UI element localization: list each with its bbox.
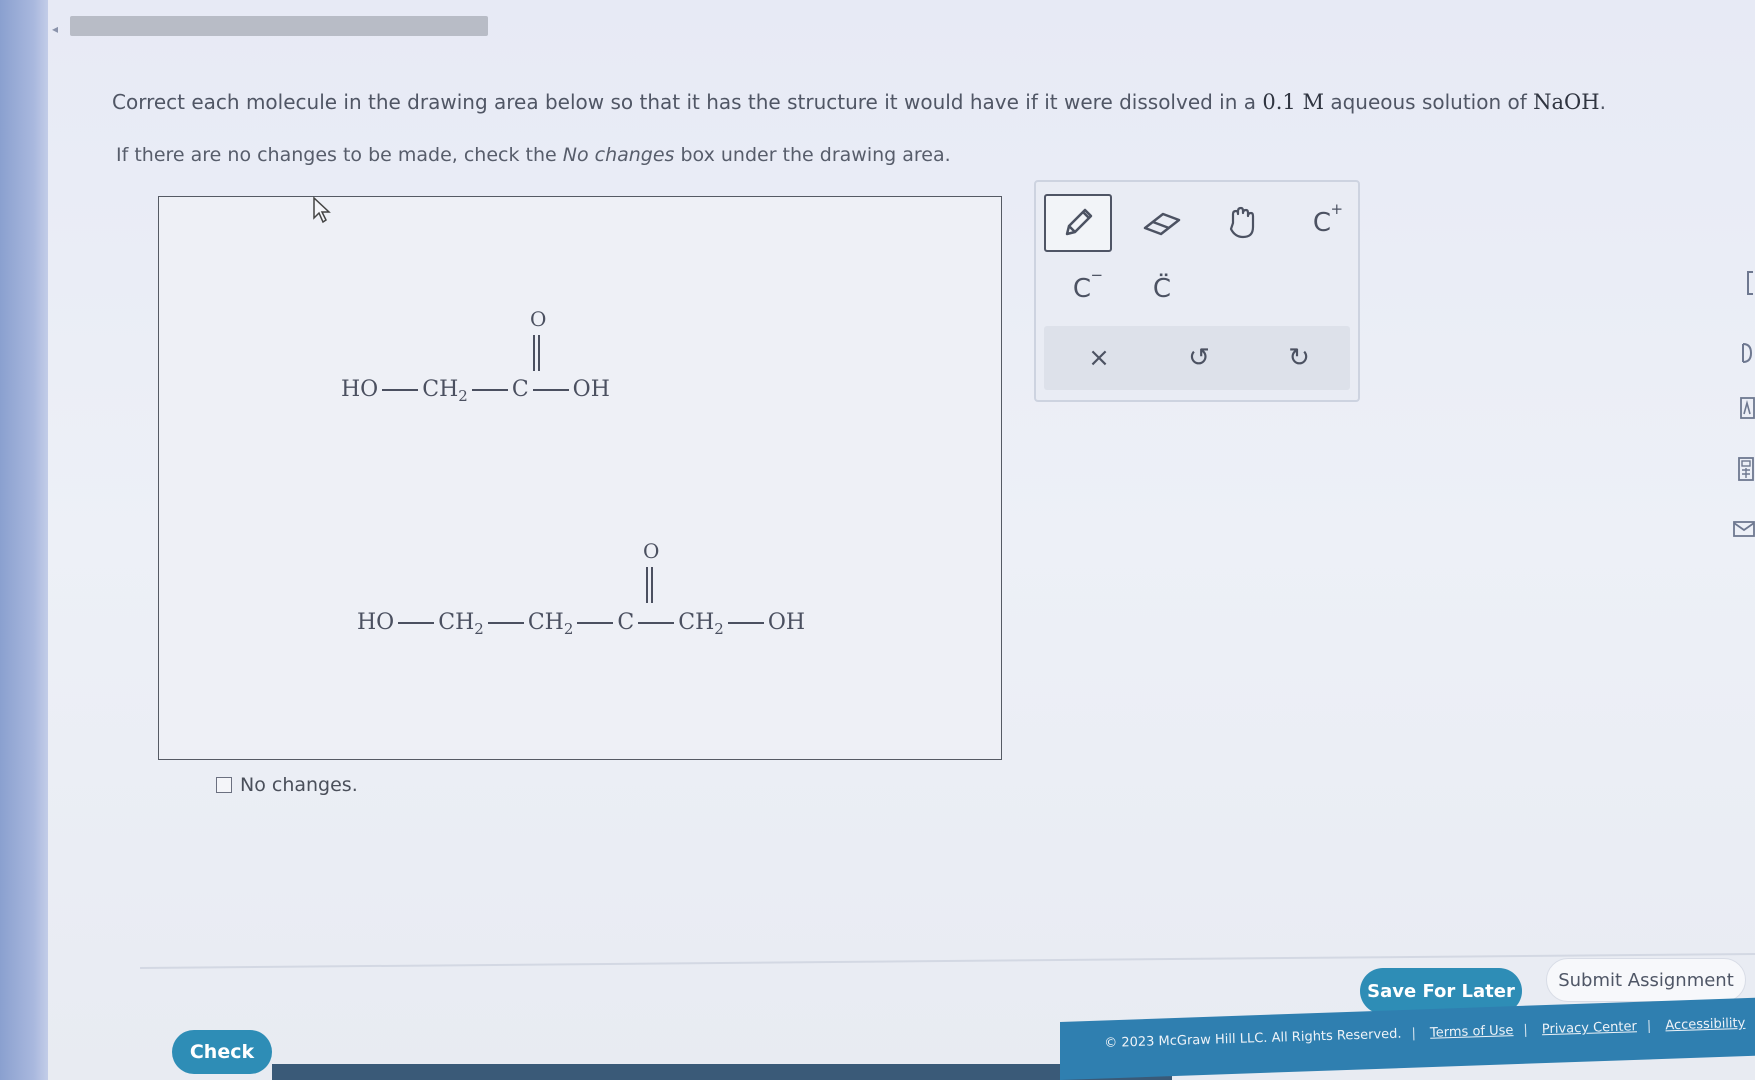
instruction-line-1: Correct each molecule in the drawing are… (112, 90, 1606, 114)
drawing-toolbox: C + C − C̈ × ↺ ↻ (1034, 180, 1360, 402)
concentration: 0.1 M (1262, 90, 1324, 114)
clear-button[interactable]: × (1074, 334, 1124, 382)
toolbox-actions: × ↺ ↻ (1044, 326, 1350, 390)
progress-bar (70, 16, 488, 36)
left-sidebar-strip (0, 0, 48, 1080)
carbonyl-oxygen: O (643, 539, 660, 563)
no-changes-checkbox[interactable] (216, 777, 232, 793)
pencil-tool-button[interactable] (1044, 194, 1112, 252)
terms-link[interactable]: Terms of Use (1430, 1023, 1514, 1041)
carbocation-tool-button[interactable]: C + (1294, 200, 1350, 246)
reagent: NaOH (1533, 90, 1600, 114)
eraser-icon (1143, 212, 1181, 236)
carbanion-tool-button[interactable]: C − (1054, 266, 1110, 312)
hand-tool-button[interactable] (1214, 200, 1270, 246)
bottom-edge (272, 1064, 1172, 1080)
pencil-icon (1065, 208, 1093, 236)
text-size-icon[interactable] (1739, 396, 1755, 420)
privacy-link[interactable]: Privacy Center (1542, 1019, 1637, 1037)
carbonyl-oxygen: O (530, 307, 547, 331)
check-button[interactable]: Check (172, 1030, 272, 1074)
accessibility-link[interactable]: Accessibility (1665, 1016, 1745, 1034)
submit-assignment-button[interactable]: Submit Assignment (1546, 958, 1746, 1002)
mouse-cursor-icon (313, 196, 331, 224)
calculator-icon[interactable] (1737, 456, 1755, 482)
drawing-area[interactable]: HO CH2 C OH O HO CH2 CH2 C CH2 OH O (158, 196, 1002, 760)
bracket-icon[interactable] (1745, 270, 1755, 296)
collapse-arrow-icon[interactable]: ◂ (52, 22, 58, 36)
hand-icon (1229, 206, 1255, 239)
double-bond (533, 335, 540, 371)
footer-divider (140, 952, 1755, 970)
no-changes-label: No changes. (240, 774, 358, 796)
mail-icon[interactable] (1733, 520, 1755, 538)
redo-button[interactable]: ↻ (1274, 334, 1324, 382)
no-changes-option[interactable]: No changes. (216, 774, 358, 796)
undo-button[interactable]: ↺ (1174, 334, 1224, 382)
carbene-tool-button[interactable]: C̈ (1134, 266, 1190, 312)
instruction-line-2: If there are no changes to be made, chec… (116, 144, 951, 166)
eraser-tool-button[interactable] (1134, 200, 1190, 246)
data-icon[interactable] (1741, 340, 1755, 364)
double-bond (646, 567, 653, 603)
